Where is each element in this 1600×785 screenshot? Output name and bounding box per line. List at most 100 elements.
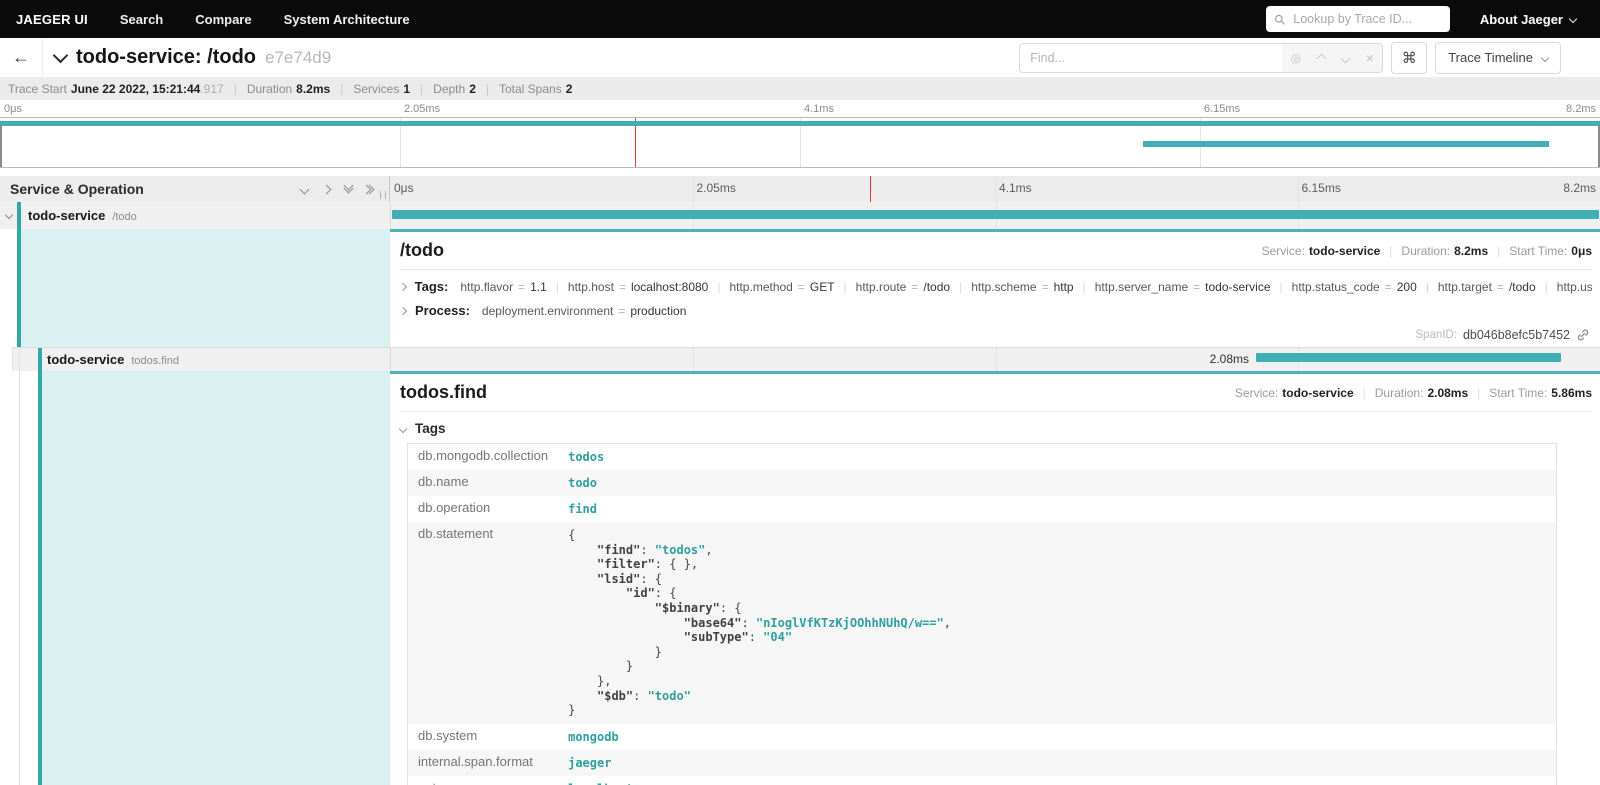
tag-table-value: { "find": "todos", "filter": { }, "lsid"… (558, 522, 1556, 724)
tag-key: http.scheme (971, 280, 1036, 294)
find-input[interactable] (1020, 44, 1282, 72)
tag-separator: | (1280, 280, 1283, 294)
trace-duration: Duration8.2ms (247, 82, 330, 96)
tags-key-value-table: db.mongodb.collectiontodosdb.nametododb.… (407, 443, 1557, 785)
find-match-icon[interactable]: ◎ (1291, 52, 1301, 64)
tag-table-key: db.name (408, 470, 559, 496)
timeline-minimap[interactable] (0, 117, 1600, 168)
span-color-accent (38, 348, 42, 371)
deep-link-icon[interactable] (1576, 328, 1590, 342)
tree-guide-line (19, 371, 20, 785)
tag-value: localhost:8080 (631, 280, 708, 294)
tag-value: GET (810, 280, 835, 294)
trace-summary-bar: Trace StartJune 22 2022, 15:21:44.917 | … (0, 77, 1600, 100)
collapse-one-icon[interactable] (301, 186, 308, 193)
minimap-left-scrubber[interactable] (0, 125, 2, 167)
tag-key: http.route (856, 280, 907, 294)
equals-sign: = (1193, 280, 1200, 294)
tag-table-row: db.mongodb.collectiontodos (408, 444, 1557, 471)
tags-inline-list: http.flavor=1.1|http.host=localhost:8080… (460, 280, 1592, 294)
collapse-trace-details-icon[interactable] (53, 48, 69, 64)
tag-chip: http.target=/todo (1438, 280, 1536, 294)
span-operation-title: /todo (400, 240, 444, 261)
equals-sign: = (1497, 280, 1504, 294)
span-duration-bar[interactable] (392, 210, 1599, 219)
collapse-children-icon[interactable] (5, 211, 13, 219)
header-controls: ◎ × ⌘ Trace Timeline (1019, 42, 1600, 74)
trace-depth: Depth2 (433, 82, 476, 96)
tag-chip: http.host = localhost:8080 (568, 280, 708, 294)
span-duration-bar[interactable] (1256, 353, 1561, 362)
tags-accordion[interactable]: Tags (400, 421, 1592, 436)
timeline-grid-header: Service & Operation 0μs2.05ms4.1ms6.15ms… (0, 176, 1600, 203)
prev-result-button[interactable] (1318, 52, 1325, 64)
tag-table-value: find (558, 496, 1556, 522)
tag-table-key: net.peer.name (408, 776, 559, 785)
next-result-button[interactable] (1342, 52, 1349, 64)
tag-table-value: localhost (558, 776, 1556, 785)
expand-all-icon[interactable] (367, 186, 373, 193)
nav-item-search[interactable]: Search (104, 12, 179, 27)
equals-sign: = (1042, 280, 1049, 294)
tag-key: http.status_code (1292, 280, 1380, 294)
top-nav: JAEGER UI SearchCompareSystem Architectu… (0, 0, 1600, 38)
tag-value: /todo (1509, 280, 1536, 294)
tag-table-row: db.operation find (408, 496, 1557, 522)
nav-item-system-architecture[interactable]: System Architecture (268, 12, 426, 27)
tag-table-row: db.systemmongodb (408, 724, 1557, 750)
minimap-tick-label: 4.1ms (804, 103, 834, 115)
span-row-todo: todo-service/todo (0, 202, 1600, 229)
column-resizer-handle[interactable] (380, 191, 386, 199)
span-bar-row-todo[interactable] (390, 202, 1600, 229)
db-statement-json: { "find": "todos", "filter": { }, "lsid"… (568, 528, 1546, 718)
clear-find-button[interactable]: × (1366, 51, 1374, 65)
timeline-ruler[interactable]: 0μs2.05ms4.1ms6.15ms8.2ms (390, 176, 1600, 202)
nav-item-compare[interactable]: Compare (179, 12, 267, 27)
collapse-all-icon[interactable] (345, 186, 352, 192)
minimap-tick-label: 0μs (4, 103, 22, 115)
chevron-down-icon (399, 424, 407, 432)
search-icon (1274, 13, 1285, 26)
minimap-span-bar (0, 121, 1600, 126)
about-jaeger-label: About Jaeger (1480, 12, 1563, 27)
trace-start: Trace StartJune 22 2022, 15:21:44.917 (8, 82, 224, 96)
tag-value-code: jaeger (568, 756, 611, 770)
tag-value-code: todos (568, 450, 604, 464)
tag-value-code: mongodb (568, 730, 619, 744)
about-jaeger-menu[interactable]: About Jaeger (1480, 12, 1576, 27)
tag-value: production (630, 304, 686, 318)
span-row-todos-find: todo-servicetodos.find 2.08ms (0, 347, 1600, 371)
tag-value-code: todo (568, 476, 597, 490)
tag-value-code: find (568, 502, 597, 516)
span-name-todo[interactable]: todo-service/todo (0, 202, 390, 229)
ruler-tick-label: 8.2ms (1563, 181, 1596, 195)
minimap-span-bar (1143, 141, 1549, 147)
gridline (1298, 176, 1299, 202)
keyboard-shortcuts-button[interactable]: ⌘ (1391, 42, 1427, 74)
operation-name: todos.find (131, 355, 179, 367)
span-name-todos-find[interactable]: todo-servicetodos.find (0, 348, 390, 371)
operation-name: /todo (112, 211, 136, 223)
tag-table-value: mongodb (558, 724, 1556, 750)
trace-id-short: e7e74d9 (265, 48, 331, 68)
span-bar-row-todos-find[interactable]: 2.08ms (390, 348, 1600, 371)
jaeger-logo[interactable]: JAEGER UI (0, 12, 104, 27)
tag-table-row: db.name todo (408, 470, 1557, 496)
chevron-down-icon (1541, 53, 1549, 61)
expand-one-icon[interactable] (323, 186, 330, 193)
trace-view-select[interactable]: Trace Timeline (1435, 42, 1561, 74)
tags-accordion[interactable]: Tags: http.flavor=1.1|http.host=localhos… (400, 279, 1592, 294)
selected-span-highlight (42, 371, 390, 785)
ruler-cursor (870, 176, 871, 202)
back-button[interactable]: ← (0, 38, 43, 77)
process-accordion[interactable]: Process: deployment.environment=producti… (400, 303, 1592, 318)
tag-key: http.server_name (1095, 280, 1188, 294)
trace-id-lookup-input[interactable] (1291, 11, 1442, 27)
tag-table-key: db.operation (408, 496, 559, 522)
process-label: Process: (415, 303, 470, 318)
equals-sign: = (1385, 280, 1392, 294)
tag-key: http.host (568, 280, 614, 294)
equals-sign: = (619, 280, 626, 294)
ruler-tick-label: 4.1ms (999, 181, 1032, 195)
trace-id-lookup[interactable] (1266, 6, 1450, 32)
